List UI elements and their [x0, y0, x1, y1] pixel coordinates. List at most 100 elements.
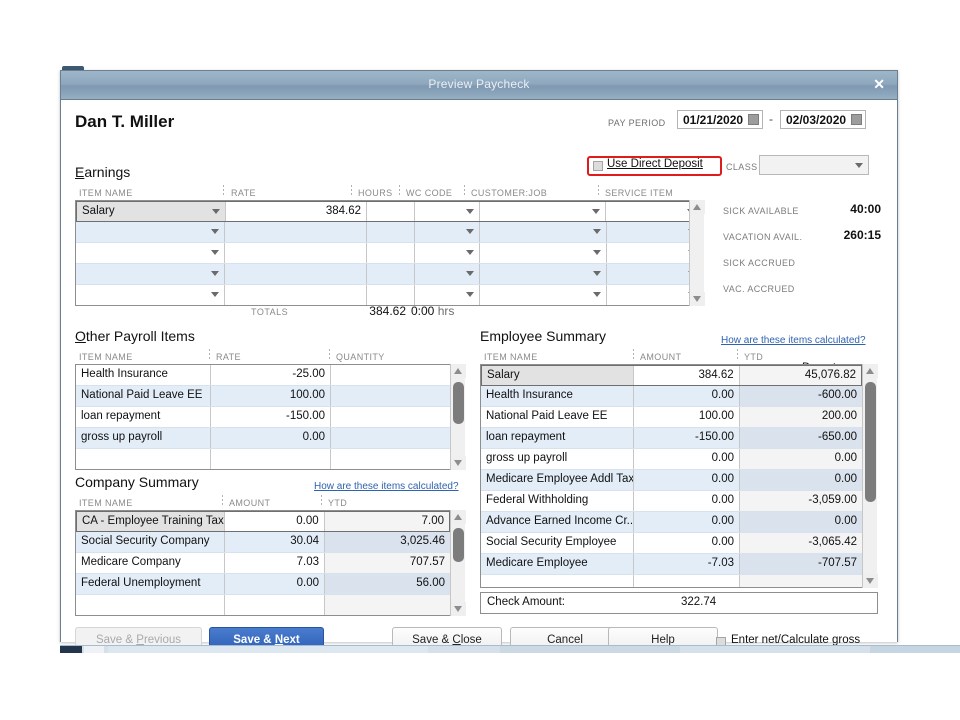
chevron-down-icon[interactable] [211, 209, 220, 214]
scroll-up-icon[interactable] [451, 510, 466, 524]
chevron-down-icon[interactable] [593, 250, 601, 255]
calendar-icon[interactable] [748, 114, 759, 125]
pay-period-from-field[interactable]: 01/21/2020 [677, 110, 763, 129]
table-row[interactable]: Social Security Company 30.04 3,025.46 [76, 532, 450, 553]
cs-item-name[interactable]: CA - Employee Training Tax [77, 512, 225, 531]
table-row[interactable]: Social Security Employee 0.00 -3,065.42 [481, 533, 862, 554]
es-amount[interactable]: -7.03 [633, 554, 739, 574]
es-amount[interactable]: 0.00 [633, 491, 739, 511]
earnings-item-name[interactable] [76, 222, 224, 242]
es-item-name[interactable]: Federal Withholding [481, 491, 633, 511]
cs-ytd[interactable]: 3,025.46 [324, 532, 450, 552]
table-row[interactable]: Medicare Employee Addl Tax 0.00 0.00 [481, 470, 862, 491]
opi-item-name[interactable]: National Paid Leave EE [76, 386, 210, 406]
table-row[interactable]: Federal Withholding 0.00 -3,059.00 [481, 491, 862, 512]
earnings-service-item[interactable] [606, 243, 701, 263]
earnings-customer-job[interactable] [479, 243, 606, 263]
earnings-item-name[interactable] [76, 285, 224, 305]
use-direct-deposit-label[interactable]: Use Direct Deposit [607, 158, 703, 170]
cs-ytd[interactable]: 707.57 [324, 553, 450, 573]
es-ytd[interactable]: -3,065.42 [739, 533, 862, 553]
es-amount[interactable]: 100.00 [633, 407, 739, 427]
company-summary-scrollbar[interactable] [450, 510, 466, 616]
table-row[interactable] [76, 222, 701, 243]
earnings-service-item[interactable] [606, 285, 701, 305]
table-row[interactable]: gross up payroll 0.00 [76, 428, 450, 449]
es-item-name[interactable]: Health Insurance [481, 386, 633, 406]
cs-amount[interactable]: 7.03 [224, 553, 324, 573]
earnings-wc-code[interactable] [414, 243, 479, 263]
es-ytd[interactable]: 0.00 [739, 470, 862, 490]
es-item-name[interactable]: gross up payroll [481, 449, 633, 469]
es-ytd[interactable]: -650.00 [739, 428, 862, 448]
employee-summary-grid[interactable]: Salary 384.62 45,076.82 Health Insurance 0.0… [480, 364, 863, 588]
opi-quantity[interactable] [330, 449, 450, 469]
es-ytd[interactable] [739, 575, 862, 587]
chevron-down-icon[interactable] [593, 271, 601, 276]
earnings-wc-code[interactable] [414, 285, 479, 305]
earnings-hours[interactable] [366, 202, 414, 221]
earnings-customer-job[interactable] [478, 202, 606, 221]
opi-quantity[interactable] [330, 386, 450, 406]
calendar-icon[interactable] [851, 114, 862, 125]
table-row[interactable]: Federal Unemployment 0.00 56.00 [76, 574, 450, 595]
cs-amount[interactable]: 0.00 [224, 512, 323, 531]
es-item-name[interactable] [481, 575, 633, 587]
earnings-customer-job[interactable] [479, 285, 606, 305]
es-item-name[interactable]: Salary [482, 366, 634, 385]
earnings-service-item[interactable] [605, 202, 700, 221]
opi-rate[interactable]: -150.00 [210, 407, 330, 427]
opi-rate[interactable]: 100.00 [210, 386, 330, 406]
earnings-customer-job[interactable] [479, 222, 606, 242]
es-ytd[interactable]: 45,076.82 [738, 366, 861, 385]
earnings-customer-job[interactable] [479, 264, 606, 284]
es-ytd[interactable]: -600.00 [739, 386, 862, 406]
es-ytd[interactable]: -3,059.00 [739, 491, 862, 511]
employee-summary-scrollbar[interactable] [862, 364, 878, 588]
company-summary-how-link[interactable]: How are these items calculated? [314, 481, 459, 492]
es-amount[interactable]: 0.00 [633, 386, 739, 406]
es-amount[interactable]: 384.62 [633, 366, 738, 385]
table-row[interactable]: National Paid Leave EE 100.00 [76, 386, 450, 407]
earnings-hours[interactable] [366, 243, 414, 263]
earnings-hours[interactable] [366, 285, 414, 305]
cs-amount[interactable]: 0.00 [224, 574, 324, 594]
table-row[interactable]: Medicare Employee -7.03 -707.57 [481, 554, 862, 575]
cs-item-name[interactable]: Federal Unemployment [76, 574, 224, 594]
cs-ytd[interactable] [324, 595, 450, 615]
cs-ytd[interactable]: 7.00 [323, 512, 449, 531]
table-row[interactable] [481, 575, 862, 587]
close-icon[interactable]: ✕ [873, 76, 885, 92]
cs-ytd[interactable]: 56.00 [324, 574, 450, 594]
cs-item-name[interactable]: Medicare Company [76, 553, 224, 573]
other-payroll-items-scrollbar[interactable] [450, 364, 466, 470]
earnings-wc-code[interactable] [414, 222, 479, 242]
company-summary-grid[interactable]: CA - Employee Training Tax 0.00 7.00 Social… [75, 510, 451, 616]
chevron-down-icon[interactable] [211, 229, 219, 234]
earnings-service-item[interactable] [606, 264, 701, 284]
scroll-up-icon[interactable] [863, 364, 878, 378]
cs-item-name[interactable] [76, 595, 224, 615]
table-row[interactable]: loan repayment -150.00 [76, 407, 450, 428]
opi-item-name[interactable] [76, 449, 210, 469]
other-payroll-items-grid[interactable]: Health Insurance -25.00 National Paid Leav… [75, 364, 451, 470]
es-amount[interactable]: 0.00 [633, 512, 739, 532]
es-item-name[interactable]: National Paid Leave EE [481, 407, 633, 427]
scroll-thumb[interactable] [453, 382, 464, 424]
es-amount[interactable]: -150.00 [633, 428, 739, 448]
table-row[interactable]: Advance Earned Income Cr... 0.00 0.00 [481, 512, 862, 533]
scroll-thumb[interactable] [865, 382, 876, 502]
scroll-down-icon[interactable] [451, 602, 466, 616]
employee-summary-how-link[interactable]: How are these items calculated? [721, 335, 866, 346]
opi-item-name[interactable]: gross up payroll [76, 428, 210, 448]
table-row[interactable]: Health Insurance 0.00 -600.00 [481, 386, 862, 407]
chevron-down-icon[interactable] [211, 292, 219, 297]
table-row[interactable] [76, 285, 701, 305]
table-row[interactable]: loan repayment -150.00 -650.00 [481, 428, 862, 449]
es-ytd[interactable]: -707.57 [739, 554, 862, 574]
earnings-scrollbar[interactable] [689, 200, 705, 306]
opi-item-name[interactable]: loan repayment [76, 407, 210, 427]
earnings-hours[interactable] [366, 222, 414, 242]
earnings-grid[interactable]: Salary 384.62 [75, 200, 702, 306]
es-amount[interactable] [633, 575, 739, 587]
